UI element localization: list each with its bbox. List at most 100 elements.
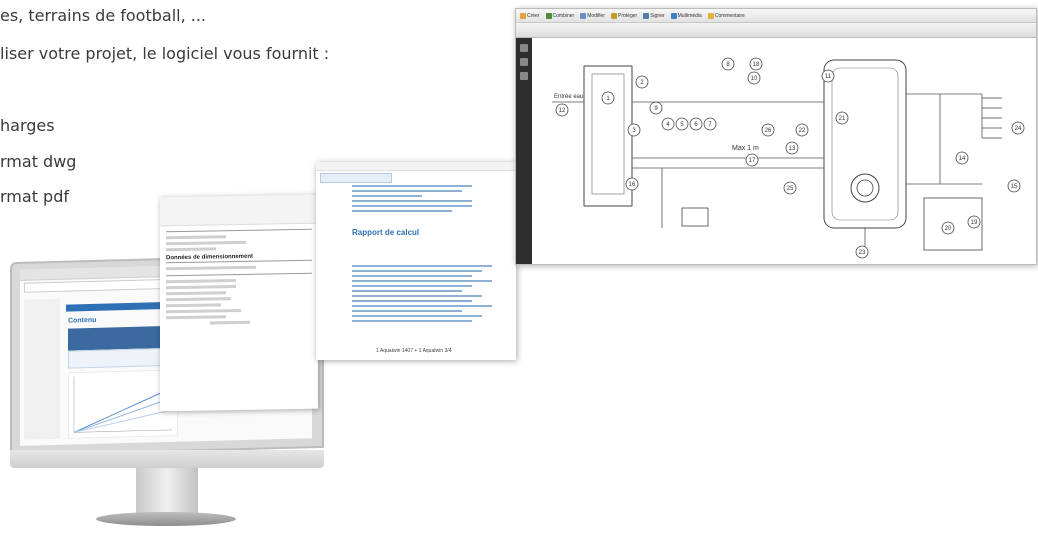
form-submit-button[interactable]	[210, 320, 250, 325]
form-window-top	[160, 194, 318, 227]
callout-12: 12	[555, 103, 569, 117]
form-line	[166, 247, 216, 252]
pages-icon[interactable]	[520, 44, 528, 52]
create-icon	[520, 12, 526, 19]
form-window: Données de dimensionnement	[160, 194, 318, 412]
report-window-bar	[316, 162, 516, 171]
toolbar-item-multimédia[interactable]: Multimédia	[670, 12, 702, 19]
callout-18: 18	[749, 57, 763, 71]
toolbar-item-commentaire[interactable]: Commentaire	[707, 12, 745, 19]
form-line	[166, 315, 226, 320]
callout-1: 1	[601, 91, 615, 105]
form-line	[166, 235, 226, 240]
intro-line-4: rmat dwg	[0, 152, 77, 171]
edit-icon	[580, 12, 587, 19]
form-line	[166, 279, 236, 284]
protect-icon	[611, 12, 617, 19]
form-line	[166, 291, 226, 296]
comment-icon	[707, 12, 714, 19]
svg-text:19: 19	[971, 220, 978, 226]
svg-text:15: 15	[1011, 184, 1018, 190]
screen-header-bar	[66, 302, 166, 312]
form-section-title: Données de dimensionnement	[166, 252, 312, 264]
schematic-window: Créer Combiner Modifier Protéger Signer Multi…	[515, 8, 1037, 265]
drain-tank	[681, 207, 709, 227]
form-line	[166, 303, 221, 308]
callout-5: 5	[675, 117, 689, 131]
svg-text:14: 14	[959, 156, 966, 162]
screen-page-title: Contenu	[68, 316, 97, 325]
monitor-chin	[10, 450, 324, 468]
callout-14: 14	[955, 151, 969, 165]
report-title: Rapport de calcul	[352, 228, 420, 237]
schematic-canvas: Entrée eau Max 1 m 1 2 3 4 5 6 7 8 9 10 11 12 13 14 15…	[532, 38, 1036, 264]
callout-21: 21	[835, 111, 849, 125]
monitor-neck	[136, 468, 198, 514]
callout-20: 20	[941, 221, 955, 235]
toolbar-label: Signer	[650, 12, 665, 19]
callout-16: 16	[625, 177, 639, 191]
viewer-left-panel	[516, 38, 532, 264]
bookmark-icon[interactable]	[520, 58, 528, 66]
callout-8: 8	[721, 57, 735, 71]
callout-15: 15	[1007, 179, 1021, 193]
monitor-foot	[96, 512, 236, 526]
report-detail-rows	[352, 262, 502, 325]
callout-7: 7	[703, 117, 717, 131]
toolbar-item-combiner[interactable]: Combiner	[545, 12, 575, 19]
callout-22: 22	[795, 123, 809, 137]
svg-text:17: 17	[749, 158, 756, 164]
callout-19: 19	[967, 215, 981, 229]
callout-4: 4	[661, 117, 675, 131]
callout-2: 2	[635, 75, 649, 89]
storage-tank	[823, 59, 907, 229]
callout-6: 6	[689, 117, 703, 131]
form-line	[166, 240, 246, 246]
heat-exchanger	[850, 173, 880, 203]
callout-24: 24	[1011, 121, 1025, 135]
callout-25: 25	[783, 181, 797, 195]
toolbar-label: Combiner	[552, 12, 575, 19]
callout-17: 17	[745, 153, 759, 167]
intro-line-1: es, terrains de football, ...	[0, 6, 207, 25]
report-summary-rows	[352, 182, 502, 215]
hydraulic-schematic: Entrée eau Max 1 m 1234 5 6 78910 1112131415…	[552, 57, 1025, 259]
intro-line-3: harges	[0, 116, 55, 135]
intro-line-5: rmat pdf	[0, 187, 69, 206]
svg-text:26: 26	[765, 128, 772, 134]
multimedia-icon	[670, 12, 677, 19]
report-window: Rapport de calcul 1 Aquatwin 1407 + 1 Aq…	[316, 162, 516, 360]
max-height-label: Max 1 m	[732, 145, 759, 152]
screen-sidebar	[24, 298, 60, 440]
callout-11: 11	[821, 69, 835, 83]
toolbar-label: Protéger	[618, 12, 638, 19]
toolbar-label: Multimédia	[677, 12, 702, 19]
svg-text:22: 22	[799, 128, 806, 134]
callout-23: 23	[855, 245, 869, 259]
inlet-label: Entrée eau	[554, 94, 583, 100]
toolbar-label: Modifier	[587, 12, 605, 19]
callout-26: 26	[761, 123, 775, 137]
tank-inner	[831, 67, 899, 221]
form-section-apps	[166, 271, 312, 277]
callout-9: 9	[649, 101, 663, 115]
svg-text:25: 25	[787, 186, 794, 192]
boiler-body	[583, 65, 633, 207]
svg-text:10: 10	[751, 76, 758, 82]
combine-icon	[545, 12, 552, 19]
toolbar-label: Commentaire	[714, 12, 745, 19]
svg-text:12: 12	[559, 108, 566, 114]
toolbar-item-signer[interactable]: Signer	[643, 12, 665, 19]
toolbar-item-protéger[interactable]: Protéger	[611, 12, 638, 19]
svg-text:23: 23	[859, 250, 866, 256]
svg-text:18: 18	[753, 62, 760, 68]
form-section-personal	[166, 227, 312, 233]
viewer-secondary-toolbar	[516, 23, 1036, 38]
attachment-icon[interactable]	[520, 72, 528, 80]
intro-line-2: liser votre projet, le logiciel vous fou…	[0, 44, 330, 63]
toolbar-item-modifier[interactable]: Modifier	[580, 12, 605, 19]
toolbar-item-créer[interactable]: Créer	[520, 12, 540, 19]
form-line	[166, 265, 256, 271]
svg-text:21: 21	[839, 116, 846, 122]
form-line	[166, 297, 231, 302]
